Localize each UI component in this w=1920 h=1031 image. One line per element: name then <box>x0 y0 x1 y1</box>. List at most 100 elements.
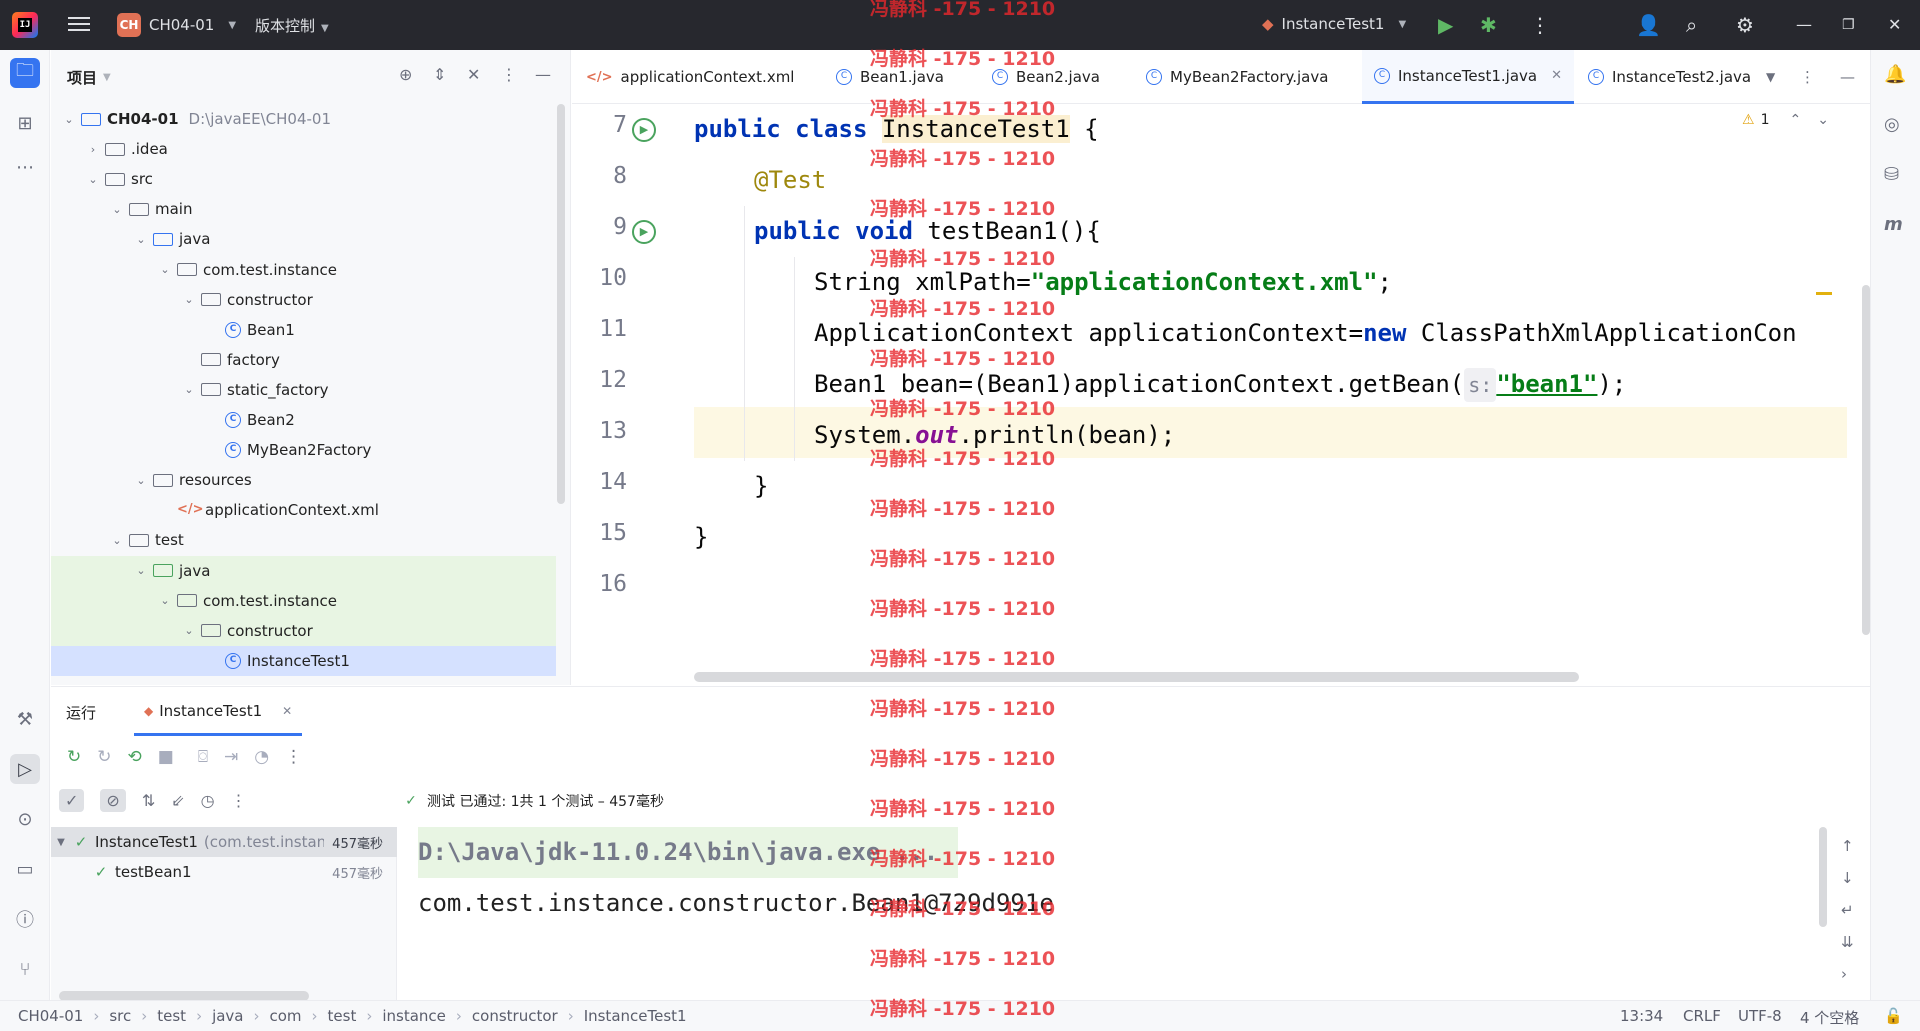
chevron-down-icon[interactable]: ⌄ <box>85 173 101 186</box>
add-user-icon[interactable]: 👤 <box>1636 13 1661 37</box>
chevron-down-icon[interactable]: ⌄ <box>109 534 125 547</box>
tree-item[interactable]: C MyBean2Factory <box>51 435 556 465</box>
history-icon[interactable]: ◷ <box>201 791 215 810</box>
hamburger-menu-icon[interactable] <box>68 14 90 34</box>
line-number[interactable]: 10 <box>572 265 627 291</box>
console-output[interactable]: D:\Java\jdk-11.0.24\bin\java.exe ... com… <box>418 827 1818 1001</box>
indent-setting[interactable]: 4 个空格 <box>1800 1007 1859 1028</box>
code-area[interactable]: public class InstanceTest1 { @Test publi… <box>694 104 1854 685</box>
options-icon[interactable]: ⋮ <box>501 65 517 84</box>
build-hammer-icon[interactable]: ⚒ <box>10 704 40 734</box>
screenshot-icon[interactable]: ⌼ <box>198 747 208 767</box>
tree-item[interactable]: ⌄ main <box>51 194 556 224</box>
chevron-down-icon[interactable]: ⌄ <box>181 383 197 396</box>
editor-horizontal-scrollbar[interactable] <box>694 672 1579 682</box>
line-separator[interactable]: CRLF <box>1683 1007 1721 1025</box>
chevron-down-icon[interactable]: ⌄ <box>109 203 125 216</box>
editor-vertical-scrollbar[interactable] <box>1862 285 1870 635</box>
more-icon[interactable]: ⋮ <box>231 791 247 810</box>
more-tools-icon[interactable]: ⋯ <box>10 152 40 182</box>
breadcrumb-item[interactable]: constructor <box>472 1007 558 1025</box>
show-passed-icon[interactable]: ✓ <box>59 789 85 812</box>
terminal-icon[interactable]: ▭ <box>10 854 40 884</box>
tree-item[interactable]: ⌄ static_factory <box>51 375 556 405</box>
chevron-down-icon[interactable]: ⌄ <box>133 474 149 487</box>
collapse-all-icon[interactable]: ✕ <box>467 65 480 84</box>
line-number[interactable]: 15 <box>572 520 627 546</box>
breadcrumb-item[interactable]: src <box>109 1007 131 1025</box>
tab-options-icon[interactable]: ⋮ <box>1800 50 1815 104</box>
tree-item[interactable]: ⌄ com.test.instance <box>51 585 556 616</box>
tab-list-chevron-icon[interactable]: ▼ <box>1766 50 1775 104</box>
breadcrumb-item[interactable]: instance <box>382 1007 446 1025</box>
breadcrumb-item[interactable]: test <box>328 1007 357 1025</box>
scroll-up-icon[interactable]: ↑ <box>1841 837 1854 855</box>
file-encoding[interactable]: UTF-8 <box>1738 1007 1782 1025</box>
git-icon[interactable]: ⑂ <box>10 954 40 984</box>
project-switcher[interactable]: CH CH04-01 ▼ <box>117 13 236 37</box>
tree-item[interactable]: ⌄ resources <box>51 465 556 495</box>
tab-bean1[interactable]: C Bean1.java <box>836 50 944 104</box>
chevron-right-icon[interactable]: › <box>1841 965 1854 983</box>
console-scrollbar[interactable] <box>1819 827 1827 927</box>
search-icon[interactable]: ⌕ <box>1686 13 1697 37</box>
run-test-class-icon[interactable]: ▶ <box>632 118 656 142</box>
chevron-right-icon[interactable]: › <box>85 143 101 156</box>
breadcrumb-item[interactable]: com <box>270 1007 302 1025</box>
tree-item[interactable]: ⌄ constructor <box>51 285 556 315</box>
tab-bean2[interactable]: C Bean2.java <box>992 50 1100 104</box>
debug-icon[interactable]: ✱ <box>1480 13 1497 37</box>
chevron-down-icon[interactable]: ⌄ <box>133 564 149 577</box>
line-number[interactable]: 12 <box>572 367 627 393</box>
notifications-bell-icon[interactable]: 🔔 <box>1884 64 1906 85</box>
tab-mybean2factory[interactable]: C MyBean2Factory.java <box>1146 50 1328 104</box>
run-tab-title[interactable]: 运行 <box>66 702 96 723</box>
tree-item[interactable]: factory <box>51 345 556 375</box>
close-tab-icon[interactable]: ✕ <box>1551 68 1562 83</box>
more-icon[interactable]: ⋮ <box>285 747 302 767</box>
run-test-method-icon[interactable]: ▶ <box>632 220 656 244</box>
toggle-auto-test-icon[interactable]: ⟲ <box>128 747 142 767</box>
run-config-tab[interactable]: ◆ InstanceTest1 ✕ <box>134 688 303 736</box>
breadcrumb-item[interactable]: java <box>212 1007 243 1025</box>
tree-item[interactable]: ⌄ com.test.instance <box>51 255 556 285</box>
rerun-icon[interactable]: ↻ <box>67 747 81 767</box>
sort-icon[interactable]: ⇅ <box>142 791 155 810</box>
coverage-icon[interactable]: ◔ <box>254 747 269 767</box>
minimize-icon[interactable]: — <box>1796 13 1812 37</box>
chevron-down-icon[interactable]: ⌄ <box>61 113 77 126</box>
hide-editor-icon[interactable]: — <box>1840 50 1855 104</box>
project-panel-header[interactable]: 项目 ▼ <box>51 50 570 104</box>
locate-icon[interactable]: ⊕ <box>399 65 412 84</box>
run-config-selector[interactable]: ◆ InstanceTest1 ▼ <box>1262 15 1406 33</box>
tree-item[interactable]: C Bean2 <box>51 405 556 435</box>
chevron-down-icon[interactable]: ⌄ <box>181 293 197 306</box>
soft-wrap-icon[interactable]: ↵ <box>1841 901 1854 919</box>
line-number[interactable]: 11 <box>572 316 627 342</box>
tree-item[interactable]: ⌄ java <box>51 555 556 586</box>
tree-item[interactable]: ⌄ src <box>51 164 556 194</box>
scroll-to-end-icon[interactable]: ⇊ <box>1841 933 1854 951</box>
database-icon[interactable]: ⛁ <box>1884 164 1899 185</box>
ai-assistant-icon[interactable]: ◎ <box>1884 114 1900 135</box>
warning-stripe[interactable] <box>1816 292 1832 295</box>
show-ignored-icon[interactable]: ⊘ <box>100 789 126 812</box>
import-icon[interactable]: ⇥ <box>224 747 238 767</box>
tab-instancetest2[interactable]: C InstanceTest2.java <box>1588 50 1751 104</box>
tab-applicationcontext-xml[interactable]: </> applicationContext.xml <box>586 50 794 104</box>
tree-item[interactable]: ⌄ CH04-01 D:\javaEE\CH04-01 <box>51 104 556 134</box>
line-number[interactable]: 9 <box>572 214 627 240</box>
rerun-failed-icon[interactable]: ↻ <box>97 747 111 767</box>
readonly-lock-icon[interactable]: 🔓 <box>1884 1007 1903 1025</box>
vcs-menu[interactable]: 版本控制 ▼ <box>255 15 329 36</box>
line-number[interactable]: 16 <box>572 571 627 597</box>
tab-instancetest1[interactable]: C InstanceTest1.java ✕ <box>1362 50 1574 104</box>
tree-item[interactable]: › .idea <box>51 134 556 164</box>
run-tool-icon[interactable]: ▷ <box>10 754 40 784</box>
more-actions-icon[interactable]: ⋮ <box>1530 13 1550 37</box>
tree-item[interactable]: ⌄ test <box>51 525 556 555</box>
line-number[interactable]: 7 <box>572 112 627 138</box>
chevron-down-icon[interactable]: ⌄ <box>181 624 197 637</box>
chevron-down-icon[interactable]: ⌄ <box>133 233 149 246</box>
line-number[interactable]: 13 <box>572 418 627 444</box>
